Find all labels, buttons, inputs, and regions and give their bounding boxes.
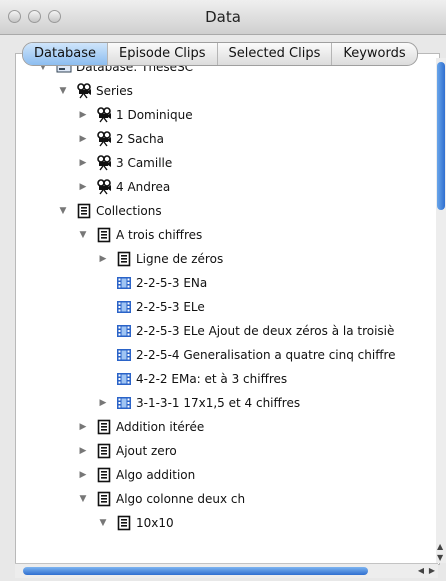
- disclosure-triangle-open-icon[interactable]: ▼: [98, 518, 108, 528]
- disclosure-triangle-open-icon[interactable]: ▼: [78, 494, 88, 504]
- tree-row-label: 2-2-5-3 ENa: [136, 276, 208, 290]
- tree-row-label: Series: [96, 84, 133, 98]
- tree-row[interactable]: ▶ Algo addition: [78, 464, 195, 486]
- disclosure-triangle-closed-icon[interactable]: ▶: [78, 110, 88, 120]
- tree-row-label: Algo colonne deux ch: [116, 492, 246, 506]
- tree-row[interactable]: ▶ 2 Sacha: [78, 128, 164, 150]
- tree-view[interactable]: ▼ Database: TheseSC ▼ Series ▶ 1 Dominique ▶ 2 …: [15, 53, 440, 565]
- clip-icon: [116, 323, 132, 339]
- tree-row-label: Algo addition: [116, 468, 196, 482]
- disclosure-triangle-closed-icon[interactable]: ▶: [78, 158, 88, 168]
- collection-icon: [96, 443, 112, 459]
- tree-row[interactable]: ▼ Series: [58, 80, 133, 102]
- tree-row[interactable]: ▶ 3-1-3-1 17x1,5 et 4 chiffres: [98, 392, 301, 414]
- tree-row-label: 2-2-5-3 ELe Ajout de deux zéros à la tro…: [136, 324, 395, 338]
- camera-icon: [96, 179, 112, 195]
- camera-icon: [76, 83, 92, 99]
- clip-icon: [116, 347, 132, 363]
- title-bar: Data: [0, 0, 446, 35]
- tree-row[interactable]: ▶ 3 Camille: [78, 152, 172, 174]
- collection-icon: [76, 203, 92, 219]
- clip-icon: [116, 395, 132, 411]
- tree-row[interactable]: 4-2-2 EMa: et à 3 chiffres: [98, 368, 287, 390]
- tree-row-label: 2-2-5-4 Generalisation a quatre cinq chi…: [136, 348, 396, 362]
- tree-row[interactable]: 2-2-5-4 Generalisation a quatre cinq chi…: [98, 344, 396, 366]
- tree-row[interactable]: ▼ Collections: [58, 200, 162, 222]
- tree-row[interactable]: ▶ Ligne de zéros: [98, 248, 223, 270]
- tree-row[interactable]: ▼ Algo colonne deux ch: [78, 488, 245, 510]
- tab-selected-clips[interactable]: Selected Clips: [218, 43, 333, 65]
- tree-row[interactable]: ▼ 10x10: [98, 512, 174, 534]
- clip-icon: [116, 371, 132, 387]
- tree-row-label: Addition itérée: [116, 420, 205, 434]
- horizontal-scroll-thumb[interactable]: [23, 567, 368, 575]
- tree-row-label: Ligne de zéros: [136, 252, 224, 266]
- tree-row[interactable]: ▶ Ajout zero: [78, 440, 177, 462]
- disclosure-triangle-open-icon[interactable]: ▼: [58, 206, 68, 216]
- tree-row-label: 4-2-2 EMa: et à 3 chiffres: [136, 372, 288, 386]
- tree-row-label: Ajout zero: [116, 444, 177, 458]
- tree-row-label: 2 Sacha: [116, 132, 164, 146]
- tree-row-label: 3-1-3-1 17x1,5 et 4 chiffres: [136, 396, 301, 410]
- collection-icon: [96, 419, 112, 435]
- tab-database[interactable]: Database: [23, 43, 109, 65]
- horizontal-scrollbar[interactable]: ◀ ▶: [15, 563, 438, 578]
- tree-row-label: A trois chiffres: [116, 228, 203, 242]
- scroll-right-icon[interactable]: ▶: [429, 566, 435, 575]
- window-title: Data: [205, 8, 241, 26]
- tree-row[interactable]: ▶ Addition itérée: [78, 416, 204, 438]
- collection-icon: [116, 515, 132, 531]
- collection-icon: [96, 467, 112, 483]
- disclosure-triangle-closed-icon[interactable]: ▶: [78, 422, 88, 432]
- tab-keywords[interactable]: Keywords: [332, 43, 416, 65]
- scroll-down-icon[interactable]: ▼: [437, 553, 443, 562]
- tree-row-label: 10x10: [136, 516, 174, 530]
- camera-icon: [96, 131, 112, 147]
- disclosure-triangle-open-icon[interactable]: ▼: [58, 86, 68, 96]
- disclosure-triangle-closed-icon[interactable]: ▶: [78, 446, 88, 456]
- tree-row-label: 3 Camille: [116, 156, 173, 170]
- tree-row[interactable]: ▼ A trois chiffres: [78, 224, 202, 246]
- clip-icon: [116, 275, 132, 291]
- disclosure-triangle-closed-icon[interactable]: ▶: [78, 134, 88, 144]
- tree-row[interactable]: 2-2-5-3 ELe: [98, 296, 205, 318]
- tree-row[interactable]: 2-2-5-3 ENa: [98, 272, 207, 294]
- collection-icon: [96, 491, 112, 507]
- vertical-scroll-thumb[interactable]: [437, 62, 445, 210]
- tree-row[interactable]: ▶ 1 Dominique: [78, 104, 193, 126]
- camera-icon: [96, 107, 112, 123]
- clip-icon: [116, 299, 132, 315]
- disclosure-triangle-closed-icon[interactable]: ▶: [78, 182, 88, 192]
- tab-episode-clips[interactable]: Episode Clips: [108, 43, 218, 65]
- tree-row-label: 1 Dominique: [116, 108, 193, 122]
- disclosure-triangle-closed-icon[interactable]: ▶: [78, 470, 88, 480]
- disclosure-triangle-open-icon[interactable]: ▼: [78, 230, 88, 240]
- disclosure-triangle-closed-icon[interactable]: ▶: [98, 398, 108, 408]
- scroll-up-icon[interactable]: ▲: [437, 542, 443, 551]
- tab-bar: Database Episode Clips Selected Clips Ke…: [22, 42, 418, 66]
- tree-row-label: 4 Andrea: [116, 180, 171, 194]
- scroll-left-icon[interactable]: ◀: [418, 566, 424, 575]
- collection-icon: [116, 251, 132, 267]
- tree-row-label: Collections: [96, 204, 162, 218]
- tree-row-label: 2-2-5-3 ELe: [136, 300, 205, 314]
- tree-row[interactable]: ▶ 4 Andrea: [78, 176, 170, 198]
- disclosure-triangle-closed-icon[interactable]: ▶: [98, 254, 108, 264]
- vertical-scrollbar[interactable]: ▲ ▼: [436, 58, 446, 563]
- camera-icon: [96, 155, 112, 171]
- tree-row[interactable]: 2-2-5-3 ELe Ajout de deux zéros à la tro…: [98, 320, 394, 342]
- collection-icon: [96, 227, 112, 243]
